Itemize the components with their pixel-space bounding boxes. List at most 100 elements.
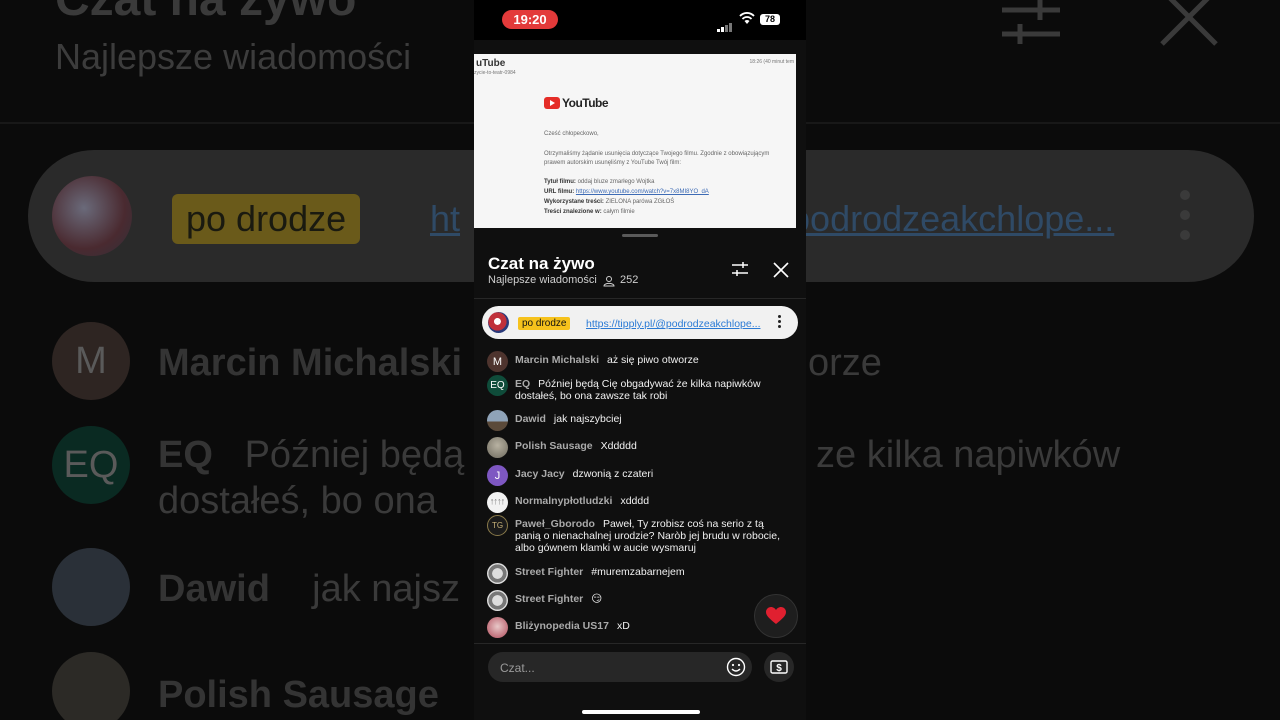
bg-avatar: M	[52, 322, 130, 400]
chat-message: Bliżynopedia US17 xD	[487, 617, 787, 638]
close-icon[interactable]	[773, 262, 789, 278]
chat-message: J Jacy Jacy dzwonią z czateri	[487, 465, 787, 486]
found-value: całym filmie	[603, 209, 635, 215]
youtube-logo-text: YouTube	[562, 96, 609, 110]
bg-message: EQ Później będą	[158, 434, 465, 476]
pinned-badge: po drodze	[518, 317, 571, 330]
person-icon	[603, 276, 615, 287]
chat-message: Polish Sausage Xddddd	[487, 437, 787, 458]
bg-message-tail: orze	[808, 342, 882, 384]
message-text: dzwonią z czateri	[572, 468, 654, 480]
drag-handle[interactable]	[622, 234, 658, 237]
avatar: ᛏᛏᛏᛏ	[487, 492, 508, 513]
avatar: TG	[487, 515, 508, 536]
avatar	[487, 437, 508, 458]
author-name[interactable]: EQ	[515, 378, 530, 390]
bg-avatar: EQ	[52, 426, 130, 504]
pinned-link[interactable]: https://tipply.pl/@podrodzeakchlope...	[586, 318, 770, 330]
email-time: 18:26 (40 minut tem	[749, 59, 794, 65]
message-text: #muremzabarnejem	[591, 566, 685, 578]
author-name[interactable]: Polish Sausage	[515, 440, 593, 452]
pinned-message[interactable]: po drodze https://tipply.pl/@podrodzeakc…	[482, 306, 798, 339]
content-value: ZIELONA parówa ZGŁOŚ	[605, 199, 675, 205]
chat-mode-selector[interactable]: Najlepsze wiadomości	[488, 274, 597, 286]
bg-avatar	[52, 548, 130, 626]
chat-message: Street Fighter 😏	[487, 590, 787, 611]
found-label: Treści znalezione w:	[544, 209, 602, 215]
author-name[interactable]: Street Fighter	[515, 593, 583, 605]
home-indicator[interactable]	[582, 710, 700, 714]
author-name[interactable]: Marcin Michalski	[515, 354, 599, 366]
email-address: zycie-to-teatr-0984	[474, 70, 516, 76]
super-chat-button[interactable]: $	[764, 652, 794, 682]
status-time: 19:20	[502, 10, 558, 29]
bg-chat-subtitle: Najlepsze wiadomości	[55, 36, 412, 77]
url-value: https://www.youtube.com/watch?v=7x8MI8YO…	[575, 189, 709, 195]
email-sender: uTube	[476, 58, 506, 69]
chat-input-container	[488, 652, 752, 682]
chat-message: Street Fighter #muremzabarnejem	[487, 563, 787, 584]
author-name[interactable]: Paweł_Gborodo	[515, 518, 595, 530]
email-content-line: Wykorzystane treści: ZIELONA parówa ZGŁO…	[544, 198, 780, 207]
email-body: Otrzymaliśmy żądanie usunięcia dotyczące…	[544, 151, 770, 166]
avatar	[487, 563, 508, 584]
chat-message: TG Paweł_Gborodo Paweł, Ty zrobisz coś na…	[487, 515, 787, 554]
emoji-icon[interactable]	[726, 657, 746, 677]
svg-text:$: $	[776, 663, 782, 674]
input-divider	[474, 643, 806, 644]
avatar	[487, 617, 508, 638]
live-chat-panel: Czat na żywo Najlepsze wiadomości 252 po…	[474, 228, 806, 720]
author-name[interactable]: Dawid	[515, 413, 546, 425]
url-label: URL filmu:	[544, 189, 575, 195]
video-player[interactable]: uTube zycie-to-teatr-0984 18:26 (40 minu…	[474, 54, 796, 228]
viewer-count: 252	[620, 274, 639, 286]
chat-message: M Marcin Michalski aż się piwo otworze	[487, 351, 787, 372]
bg-message: Dawid jak najsz	[158, 568, 460, 610]
email-found-line: Treści znalezione w: całym filmie	[544, 208, 780, 217]
signal-icon	[717, 14, 733, 32]
message-text: Później będą Cię obgadywać że kilka napi…	[515, 378, 761, 402]
message-text: Xddddd	[600, 440, 637, 452]
chat-input[interactable]	[498, 658, 712, 678]
email-url-line: URL filmu: https://www.youtube.com/watch…	[544, 188, 780, 197]
title-value: oddaj bluze zmarłego Wojtka	[577, 179, 655, 185]
content-label: Wykorzystane treści:	[544, 199, 604, 205]
youtube-play-icon	[544, 97, 560, 109]
message-text: jak najszybciej	[553, 413, 622, 425]
more-options-icon[interactable]	[778, 315, 784, 330]
message-text: xD	[616, 620, 630, 632]
bg-filter-icon	[1002, 0, 1060, 44]
message-text: 😏	[591, 593, 603, 605]
avatar	[487, 410, 508, 431]
chat-message: Dawid jak najszybciej	[487, 410, 787, 431]
message-text: xdddd	[620, 495, 650, 507]
email-title-line: Tytuł filmu: oddaj bluze zmarłego Wojtka	[544, 178, 780, 187]
message-text: aż się piwo otworze	[607, 354, 699, 366]
bg-message: Polish Sausage	[158, 674, 439, 716]
bg-pinned-badge: po drodze	[172, 194, 361, 244]
phone-screen: 19:20 78 uTube zycie-to-teatr-0984 18:26…	[474, 0, 806, 720]
author-name[interactable]: Street Fighter	[515, 566, 583, 578]
heart-icon	[766, 607, 786, 624]
filter-icon[interactable]	[731, 261, 749, 277]
bg-close-icon	[1160, 0, 1218, 46]
author-name[interactable]: Bliżynopedia US17	[515, 620, 609, 632]
avatar	[487, 590, 508, 611]
title-label: Tytuł filmu:	[544, 179, 576, 185]
chat-message: ᛏᛏᛏᛏ Normalnypłotludzki xdddd	[487, 492, 787, 513]
avatar	[488, 312, 509, 333]
header-divider	[474, 298, 806, 299]
avatar: J	[487, 465, 508, 486]
battery-indicator: 78	[760, 14, 780, 25]
chat-message: EQ EQ Później będą Cię obgadywać że kilka…	[487, 375, 787, 402]
wifi-icon	[739, 12, 755, 24]
heart-reaction-button[interactable]	[754, 594, 798, 638]
email-greeting: Cześć chłopeckowo,	[544, 131, 599, 137]
bg-message-tail: ze kilka napiwków	[816, 434, 1121, 476]
avatar: M	[487, 351, 508, 372]
money-icon: $	[770, 660, 788, 674]
bg-message: Marcin Michalski	[158, 342, 463, 384]
author-name[interactable]: Jacy Jacy	[515, 468, 565, 480]
author-name[interactable]: Normalnypłotludzki	[515, 495, 612, 507]
chat-title: Czat na żywo	[488, 254, 595, 273]
